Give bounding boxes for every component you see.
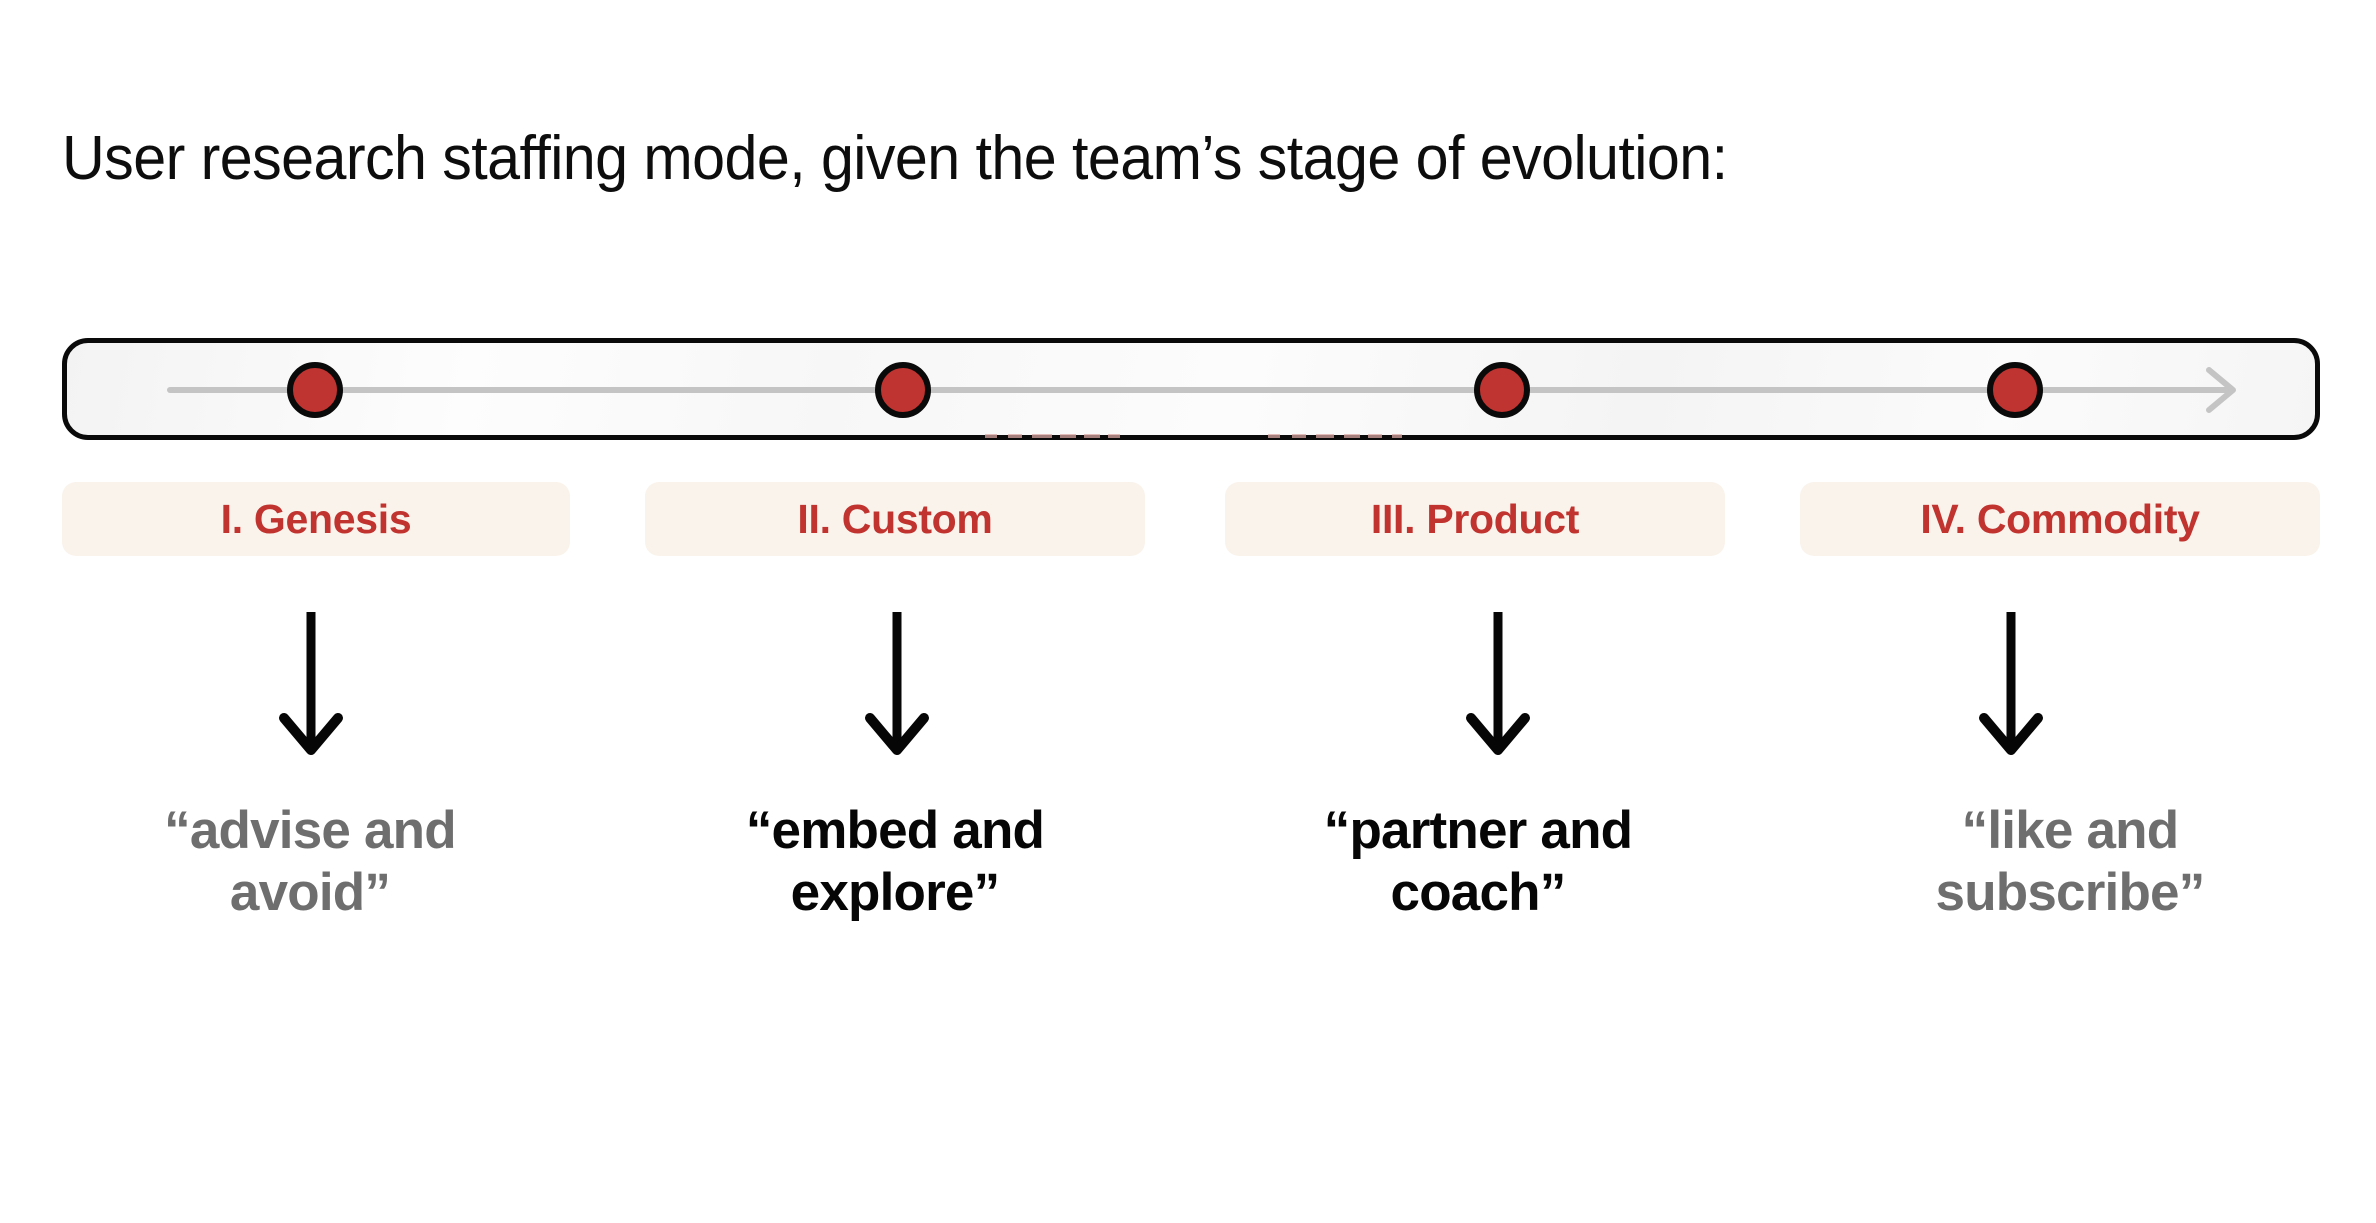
stage-caption-custom: “embed and explore” (665, 800, 1125, 924)
stage-chip-label: IV. Commodity (1920, 495, 2200, 542)
stage-caption-commodity: “like and subscribe” (1840, 800, 2300, 924)
caption-line-1: “embed and (745, 801, 1045, 860)
axis-arrow-right-icon (2205, 365, 2239, 415)
timeline-node-4[interactable] (1987, 362, 2043, 418)
stage-chip-label: III. Product (1370, 495, 1580, 542)
stage-chip-custom[interactable]: II. Custom (645, 482, 1145, 556)
diagram-canvas: User research staffing mode, given the t… (0, 0, 2376, 1223)
stage-chip-label: II. Custom (797, 495, 993, 542)
timeline-node-1[interactable] (287, 362, 343, 418)
down-arrow-icon-commodity (1976, 610, 2046, 755)
caption-line-1: “like and (1961, 801, 2179, 860)
caption-line-2: explore” (790, 863, 1000, 922)
down-arrow-icon-custom (862, 610, 932, 755)
stage-caption-product: “partner and coach” (1248, 800, 1708, 924)
down-arrow-icon-product (1463, 610, 1533, 755)
timeline-node-3[interactable] (1474, 362, 1530, 418)
stage-caption-genesis: “advise and avoid” (80, 800, 540, 924)
page-title: User research staffing mode, given the t… (62, 124, 1728, 193)
stage-chip-commodity[interactable]: IV. Commodity (1800, 482, 2320, 556)
caption-line-1: “advise and (164, 801, 456, 860)
timeline-axis-line (167, 387, 2229, 393)
timeline-node-2[interactable] (875, 362, 931, 418)
caption-line-2: coach” (1390, 863, 1567, 922)
stage-chip-genesis[interactable]: I. Genesis (62, 482, 570, 556)
caption-line-2: avoid” (229, 863, 391, 922)
caption-line-2: subscribe” (1935, 863, 2206, 922)
down-arrow-icon-genesis (276, 610, 346, 755)
stage-chip-label: I. Genesis (220, 495, 412, 542)
evolution-timeline-bar (62, 338, 2320, 440)
caption-line-1: “partner and (1323, 801, 1633, 860)
stage-chip-product[interactable]: III. Product (1225, 482, 1725, 556)
